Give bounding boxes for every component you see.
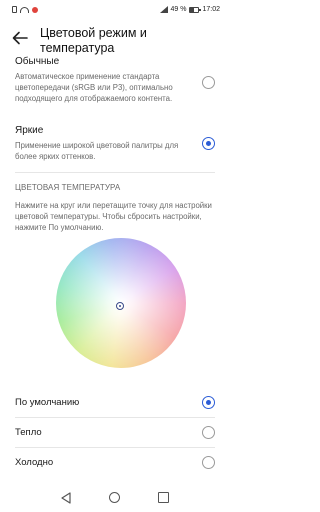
temp-option-label: Холодно xyxy=(15,457,54,468)
mode-vivid-radio[interactable] xyxy=(202,137,215,150)
app-header: Цветовой режим и температура xyxy=(0,26,230,56)
temp-warm-radio[interactable] xyxy=(202,426,215,439)
mode-option-vivid[interactable]: Яркие Применение широкой цветовой палитр… xyxy=(0,125,230,165)
signal-icon xyxy=(159,6,168,13)
battery-percent: 49 % xyxy=(170,6,187,13)
mode-option-description: Применение широкой цветовой палитры для … xyxy=(15,141,179,161)
temp-cold-radio[interactable] xyxy=(202,456,215,469)
mode-option-description: Автоматическое применение стандарта цвет… xyxy=(15,72,173,103)
system-nav-bar xyxy=(0,484,230,512)
nav-back-icon[interactable] xyxy=(60,492,72,504)
status-left xyxy=(12,6,38,13)
wifi-icon xyxy=(20,6,29,13)
wheel-handle[interactable] xyxy=(116,302,124,310)
temperature-description: Нажмите на круг или перетащите точку для… xyxy=(15,201,212,232)
temp-default-radio[interactable] xyxy=(202,396,215,409)
sim-card-icon xyxy=(12,6,17,13)
status-bar: 49 % 17:02 xyxy=(0,0,230,20)
mode-normal-radio[interactable] xyxy=(202,76,215,89)
mode-option-title: Обычные xyxy=(15,56,60,67)
nav-home-icon[interactable] xyxy=(109,492,120,503)
temp-option-default[interactable]: По умолчанию xyxy=(0,388,230,418)
nav-recent-apps-icon[interactable] xyxy=(158,492,169,503)
temperature-section-header: ЦВЕТОВАЯ ТЕМПЕРАТУРА xyxy=(15,183,121,192)
temp-option-label: По умолчанию xyxy=(15,397,80,408)
section-divider xyxy=(15,172,215,173)
temp-option-cold[interactable]: Холодно xyxy=(0,448,230,478)
mode-option-normal[interactable]: Обычные Автоматическое применение станда… xyxy=(0,56,230,116)
status-right: 49 % 17:02 xyxy=(159,6,220,13)
page-title: Цветовой режим и температура xyxy=(40,26,147,55)
temp-option-label: Тепло xyxy=(15,427,42,438)
back-arrow-icon[interactable] xyxy=(11,29,29,47)
battery-icon xyxy=(189,6,202,13)
mode-option-title: Яркие xyxy=(15,125,44,136)
clock: 17:02 xyxy=(202,6,220,13)
notification-icon xyxy=(32,6,38,13)
color-temperature-wheel[interactable] xyxy=(56,238,186,368)
temp-option-warm[interactable]: Тепло xyxy=(0,418,230,448)
